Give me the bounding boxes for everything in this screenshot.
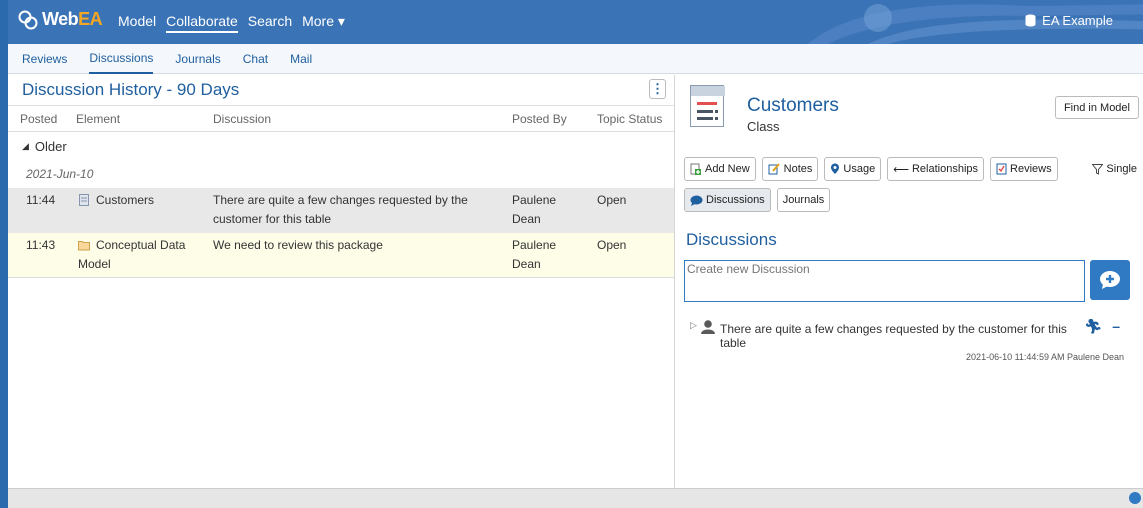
tab-add-new[interactable]: Add New xyxy=(684,157,756,181)
header-discussion[interactable]: Discussion xyxy=(213,112,271,126)
subnav-mail[interactable]: Mail xyxy=(290,45,312,73)
location-pin-icon xyxy=(831,163,840,174)
class-icon xyxy=(79,194,89,206)
new-discussion-input[interactable]: Create new Discussion xyxy=(684,260,1085,302)
date-group: 2021-Jun-10 xyxy=(26,167,94,181)
header-element[interactable]: Element xyxy=(76,112,120,126)
notes-icon xyxy=(768,163,780,175)
row-status: Open xyxy=(597,238,627,252)
row-discussion: There are quite a few changes requested … xyxy=(213,193,468,226)
top-bar: WebEA Model Collaborate Search More ▾ EA… xyxy=(8,0,1143,44)
single-filter-toggle[interactable]: Single xyxy=(1092,163,1137,175)
property-tabs-row-2: Discussions Journals xyxy=(684,188,831,212)
discussion-meta: 2021-06-10 11:44:59 AM Paulene Dean xyxy=(966,352,1124,362)
post-discussion-button[interactable] xyxy=(1090,260,1130,300)
collapse-minus-icon[interactable]: – xyxy=(1112,318,1120,334)
database-icon xyxy=(1025,14,1036,27)
sub-nav: Reviews Discussions Journals Chat Mail xyxy=(8,44,1143,74)
logo-icon xyxy=(18,10,38,29)
speech-bubble-icon xyxy=(690,195,703,206)
class-element-icon xyxy=(690,85,725,127)
find-in-model-button[interactable]: Find in Model xyxy=(1054,96,1139,119)
header-posted[interactable]: Posted xyxy=(20,112,57,126)
arrow-left-icon: ⟵ xyxy=(893,163,909,176)
status-indicator-icon[interactable] xyxy=(1129,492,1141,504)
subnav-reviews[interactable]: Reviews xyxy=(22,45,67,73)
row-discussion: We need to review this package xyxy=(213,238,383,252)
tab-discussions[interactable]: Discussions xyxy=(684,188,771,212)
tab-usage[interactable]: Usage xyxy=(824,157,882,181)
discussions-heading: Discussions xyxy=(686,230,777,249)
expand-triangle-icon[interactable]: ▷ xyxy=(690,320,697,331)
subnav-discussions[interactable]: Discussions xyxy=(89,44,154,74)
tab-reviews[interactable]: Reviews xyxy=(990,157,1058,181)
nav-more[interactable]: More ▾ xyxy=(302,13,345,33)
row-status: Open xyxy=(597,193,627,207)
element-details-panel: Customers Class Find in Model Add New No… xyxy=(676,75,1143,488)
package-folder-icon xyxy=(78,241,90,251)
webea-logo[interactable]: WebEA xyxy=(18,9,103,30)
left-edge-bar xyxy=(0,0,8,508)
element-name: Customers xyxy=(747,95,839,116)
user-avatar-icon xyxy=(701,320,715,334)
tab-relationships[interactable]: ⟵ Relationships xyxy=(887,157,985,181)
row-posted-by: Paulene Dean xyxy=(512,193,557,226)
add-new-icon xyxy=(690,163,701,175)
running-man-icon[interactable]: 🏃︎ xyxy=(1084,318,1102,335)
nav-model[interactable]: Model xyxy=(118,13,156,33)
add-comment-icon xyxy=(1100,271,1120,289)
property-tabs: Add New Notes Usage ⟵ Relationships Revi… xyxy=(684,157,1058,181)
header-topic-status[interactable]: Topic Status xyxy=(597,112,662,126)
tab-notes[interactable]: Notes xyxy=(761,157,819,181)
row-posted-by: Paulene Dean xyxy=(512,238,557,271)
discussion-history-panel: Discussion History - 90 Days ⋮ Posted El… xyxy=(8,75,675,488)
nav-collaborate[interactable]: Collaborate xyxy=(166,13,238,33)
group-label: Older xyxy=(34,138,67,154)
model-name: EA Example xyxy=(1042,13,1113,28)
review-document-icon xyxy=(996,163,1007,175)
more-options-icon[interactable]: ⋮ xyxy=(649,79,666,99)
table-header: Posted Element Discussion Posted By Topi… xyxy=(8,106,674,132)
discussion-text: There are quite a few changes requested … xyxy=(720,322,1067,350)
row-element: Conceptual Data Model xyxy=(78,238,186,271)
subnav-journals[interactable]: Journals xyxy=(175,45,220,73)
panel-title: Discussion History - 90 Days xyxy=(8,75,674,106)
table-row[interactable]: 11:44 Customers There are quite a few ch… xyxy=(8,188,674,233)
row-time: 11:44 xyxy=(26,193,56,207)
group-older[interactable]: ◢ Older xyxy=(8,132,674,160)
tab-journals[interactable]: Journals xyxy=(776,188,831,212)
collapse-triangle-icon: ◢ xyxy=(22,140,29,151)
row-time: 11:43 xyxy=(26,238,56,252)
subnav-chat[interactable]: Chat xyxy=(243,45,268,73)
brand-name: WebEA xyxy=(42,9,103,29)
top-nav: Model Collaborate Search More ▾ xyxy=(118,13,355,33)
filter-icon xyxy=(1092,163,1104,175)
table-row[interactable]: 11:43 Conceptual Data Model We need to r… xyxy=(8,233,674,278)
element-type: Class xyxy=(747,119,780,134)
nav-search[interactable]: Search xyxy=(248,13,292,33)
status-bar xyxy=(8,488,1143,508)
header-posted-by[interactable]: Posted By xyxy=(512,112,567,126)
model-selector[interactable]: EA Example xyxy=(1025,13,1113,28)
row-element: Customers xyxy=(78,191,154,210)
